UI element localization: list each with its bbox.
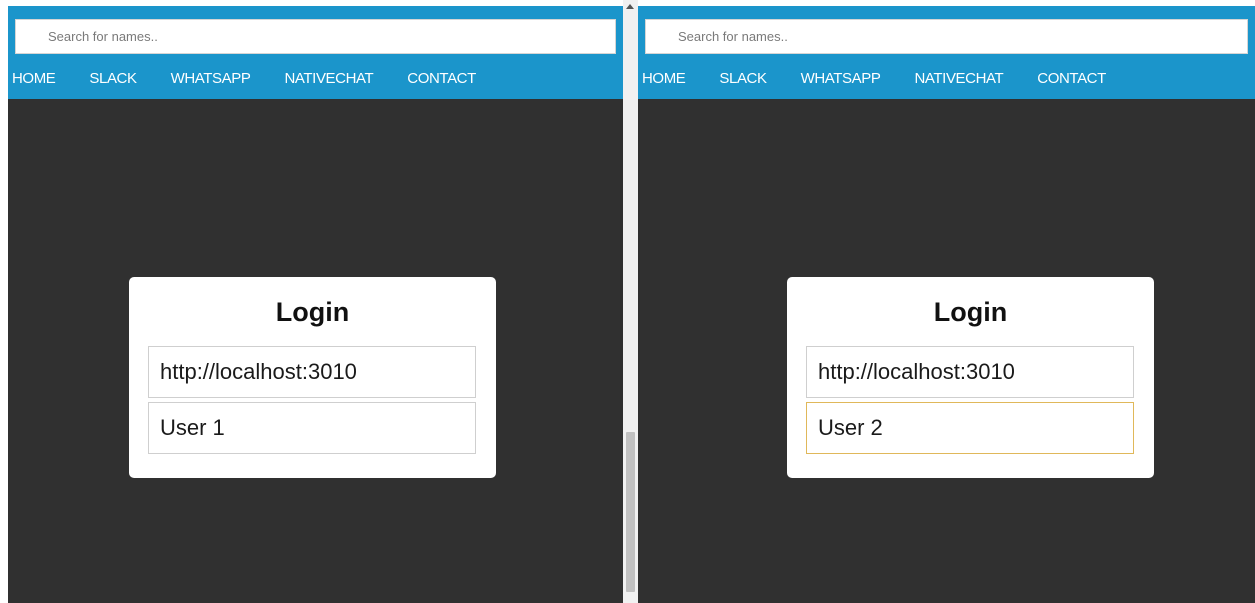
nav-link-slack[interactable]: SLACK [719,70,767,87]
username-input[interactable] [148,402,476,454]
nav-link-whatsapp[interactable]: WHATSAPP [171,70,251,87]
login-card: Login [787,277,1154,478]
header-bar: HOME SLACK WHATSAPP NATIVECHAT CONTACT [8,6,623,99]
server-url-input[interactable] [148,346,476,398]
right-browser-pane: HOME SLACK WHATSAPP NATIVECHAT CONTACT L… [638,6,1255,603]
nav-link-contact[interactable]: CONTACT [407,70,476,87]
nav-link-contact[interactable]: CONTACT [1037,70,1106,87]
nav-link-home[interactable]: HOME [642,70,686,87]
header-bar: HOME SLACK WHATSAPP NATIVECHAT CONTACT [638,6,1255,99]
login-title: Login [933,297,1008,327]
nav-link-slack[interactable]: SLACK [89,70,137,87]
nav-link-nativechat[interactable]: NATIVECHAT [284,70,373,87]
scroll-up-arrow-icon[interactable] [626,4,634,9]
left-browser-pane: HOME SLACK WHATSAPP NATIVECHAT CONTACT L… [8,6,623,603]
server-url-input[interactable] [806,346,1134,398]
nav-link-nativechat[interactable]: NATIVECHAT [914,70,1003,87]
login-card: Login [129,277,496,478]
nav-link-whatsapp[interactable]: WHATSAPP [801,70,881,87]
username-input[interactable] [806,402,1134,454]
scrollbar-thumb[interactable] [626,432,635,592]
main-nav: HOME SLACK WHATSAPP NATIVECHAT CONTACT [638,65,1255,91]
login-title: Login [275,297,350,327]
search-input[interactable] [15,19,616,54]
main-nav: HOME SLACK WHATSAPP NATIVECHAT CONTACT [8,65,623,91]
search-input[interactable] [645,19,1248,54]
nav-link-home[interactable]: HOME [12,70,56,87]
vertical-scrollbar[interactable] [623,0,638,603]
